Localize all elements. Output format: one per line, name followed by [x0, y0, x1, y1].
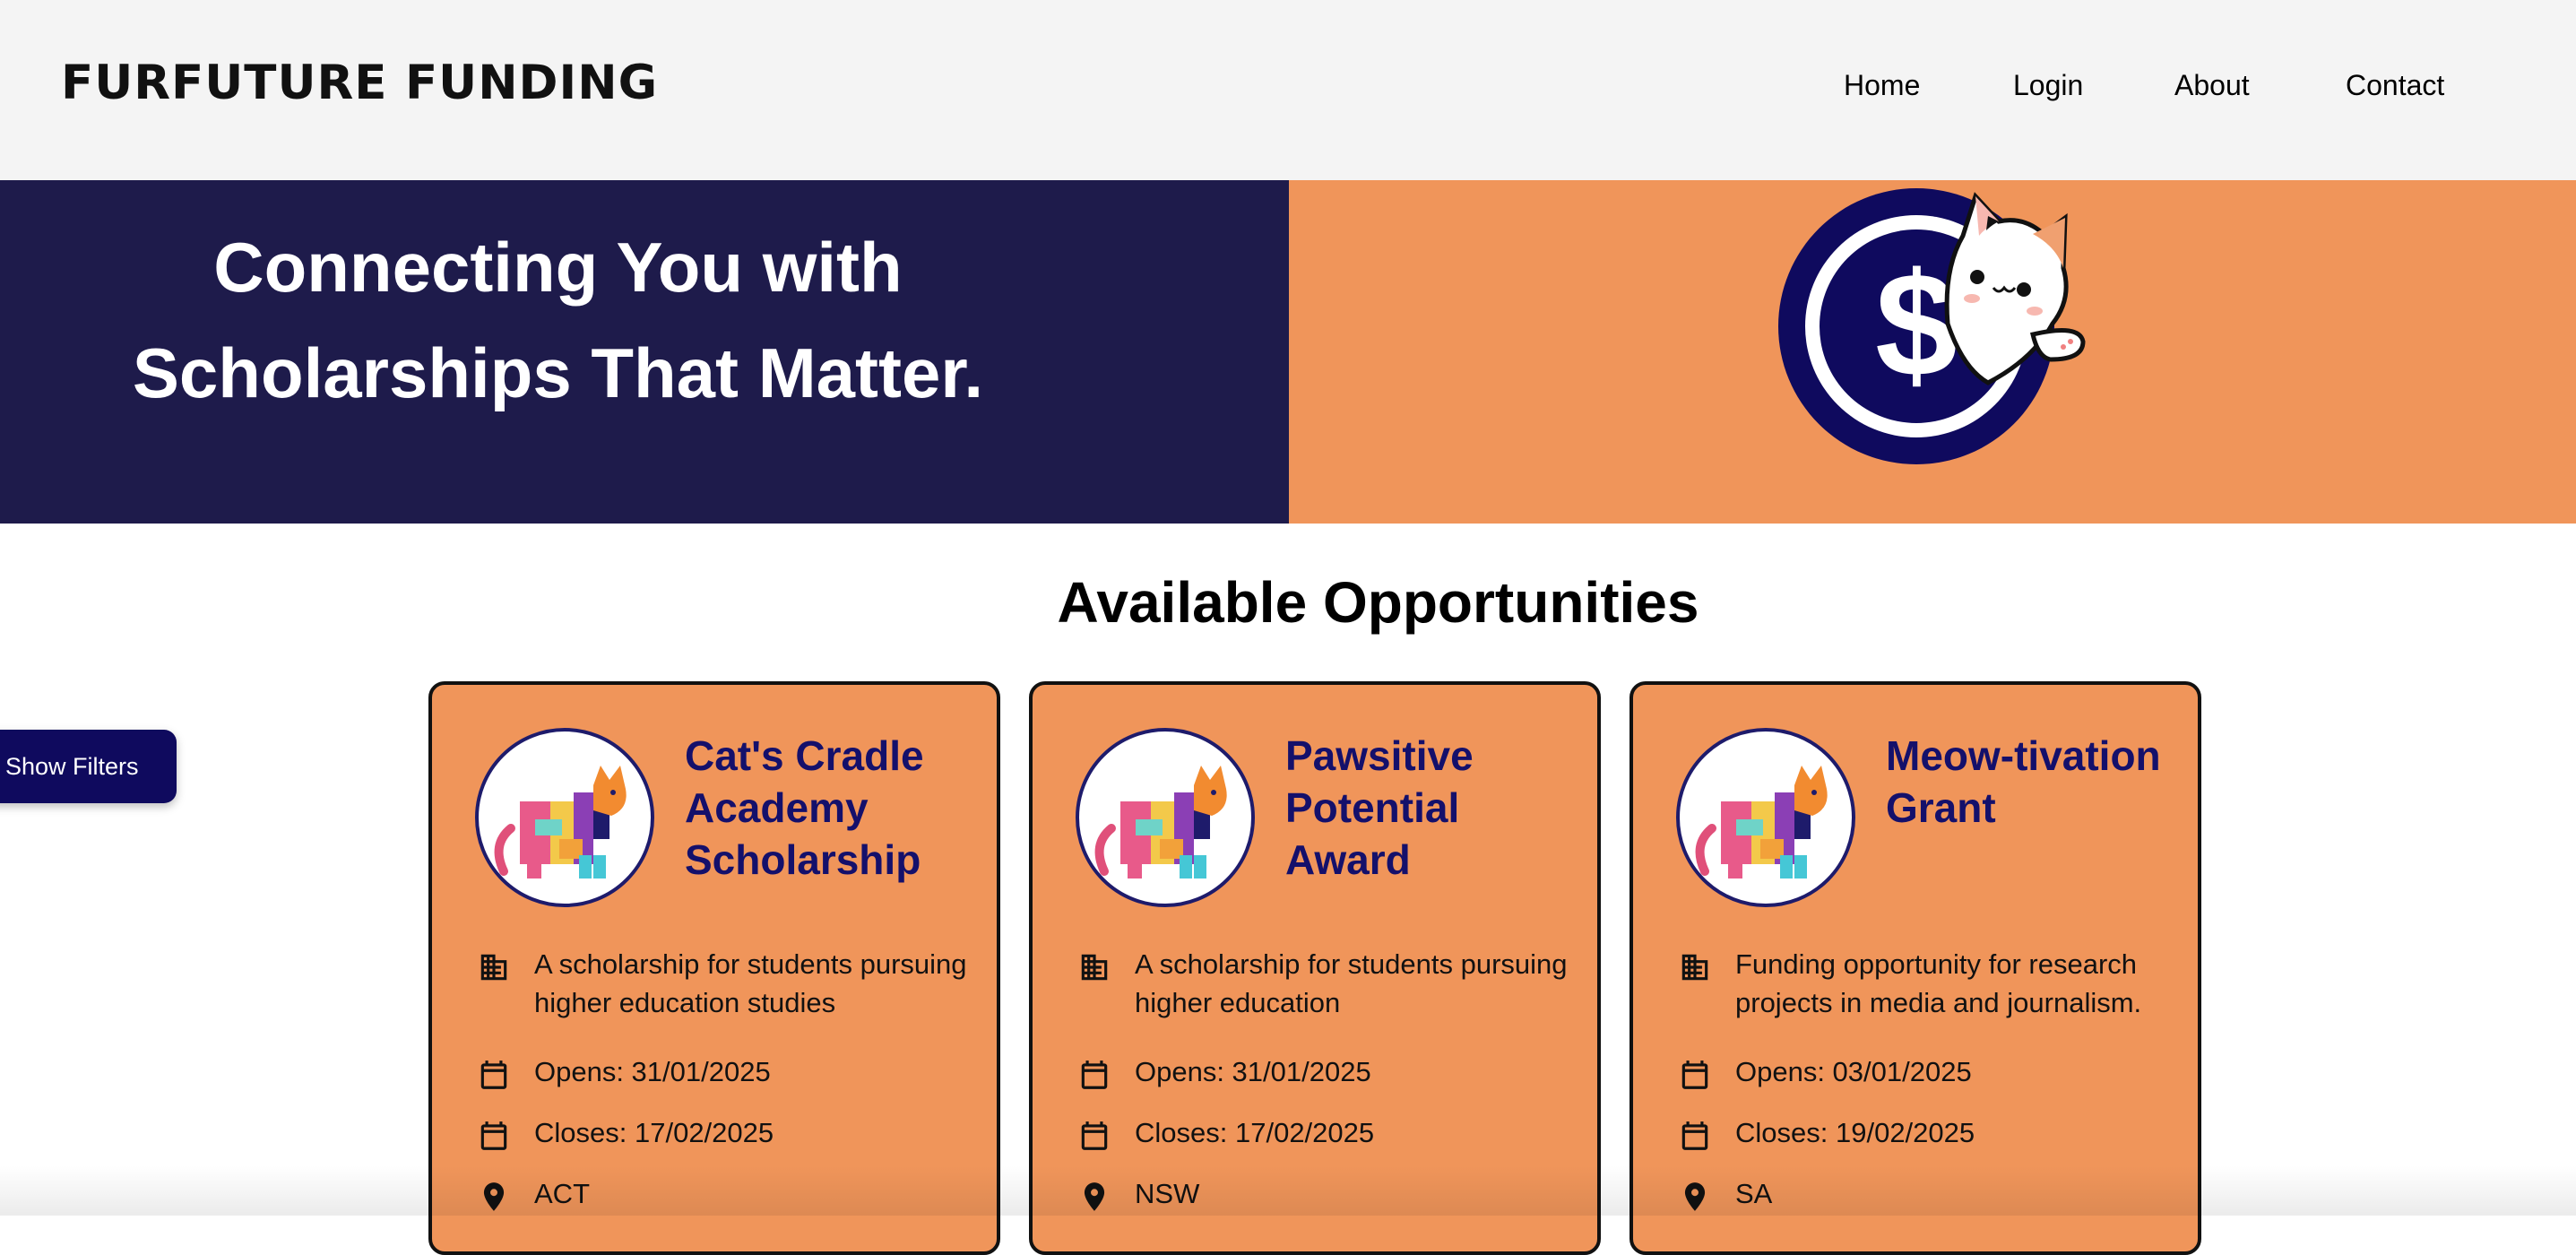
svg-text:$: $: [1875, 242, 1958, 407]
card-opens-date: Opens: 31/01/2025: [534, 1056, 771, 1087]
card-opens-date: Opens: 03/01/2025: [1735, 1056, 1972, 1087]
card-description: A scholarship for students pursuing high…: [1135, 948, 1568, 1018]
card-description: Funding opportunity for research project…: [1735, 948, 2142, 1018]
calendar-icon: [1681, 1121, 1708, 1150]
calendar-icon: [1081, 1121, 1108, 1150]
cat-illustration-icon: [1076, 728, 1255, 907]
card-opens-date: Opens: 31/01/2025: [1135, 1056, 1371, 1087]
card-title[interactable]: Cat's Cradle Academy Scholarship: [685, 730, 972, 886]
location-pin-icon: [1684, 1182, 1706, 1211]
card-closes-date: Closes: 17/02/2025: [534, 1117, 774, 1148]
building-icon: [480, 954, 507, 981]
hero-banner-left: Connecting You with Scholarships That Ma…: [0, 180, 1289, 524]
card-description: A scholarship for students pursuing high…: [534, 948, 967, 1018]
card-closes-date: Closes: 17/02/2025: [1135, 1117, 1375, 1148]
show-filters-button[interactable]: Show Filters: [0, 730, 177, 803]
hero-title-line-1: Connecting You with: [213, 228, 903, 307]
opportunity-card[interactable]: Pawsitive Potential Award A scholarship …: [1029, 681, 1601, 1255]
nav-login-link[interactable]: Login: [2013, 63, 2083, 108]
cat-dollar-coin-icon: $: [1778, 188, 2086, 464]
card-location: ACT: [534, 1178, 590, 1209]
cat-illustration-icon: [475, 728, 654, 907]
card-closes-date: Closes: 19/02/2025: [1735, 1117, 1975, 1148]
nav-contact-link[interactable]: Contact: [2346, 63, 2444, 108]
opportunity-card[interactable]: Cat's Cradle Academy Scholarship A schol…: [428, 681, 1000, 1255]
calendar-icon: [1081, 1060, 1108, 1089]
location-pin-icon: [1084, 1182, 1105, 1211]
hero-banner-right: $: [1289, 180, 2576, 524]
hero-title-line-2: Scholarships That Matter.: [132, 333, 984, 412]
nav-about-link[interactable]: About: [2174, 63, 2250, 108]
opportunity-card[interactable]: Meow-tivation Grant Funding opportunity …: [1629, 681, 2201, 1255]
brand-logo[interactable]: FURFUTURE FUNDING: [61, 52, 658, 115]
building-icon: [1681, 954, 1708, 981]
calendar-icon: [1681, 1060, 1708, 1089]
hero-title: Connecting You with Scholarships That Ma…: [0, 214, 1116, 426]
card-title[interactable]: Meow-tivation Grant: [1886, 730, 2173, 834]
cat-illustration-icon: [1676, 728, 1855, 907]
location-pin-icon: [483, 1182, 505, 1211]
calendar-icon: [480, 1060, 507, 1089]
card-location: SA: [1735, 1178, 1773, 1209]
card-title[interactable]: Pawsitive Potential Award: [1285, 730, 1572, 886]
nav-home-link[interactable]: Home: [1844, 63, 1920, 108]
section-title: Available Opportunities: [1057, 570, 1699, 635]
card-location: NSW: [1135, 1178, 1200, 1209]
calendar-icon: [480, 1121, 507, 1150]
building-icon: [1081, 954, 1108, 981]
navbar: FURFUTURE FUNDING Home Login About Conta…: [0, 0, 2576, 180]
